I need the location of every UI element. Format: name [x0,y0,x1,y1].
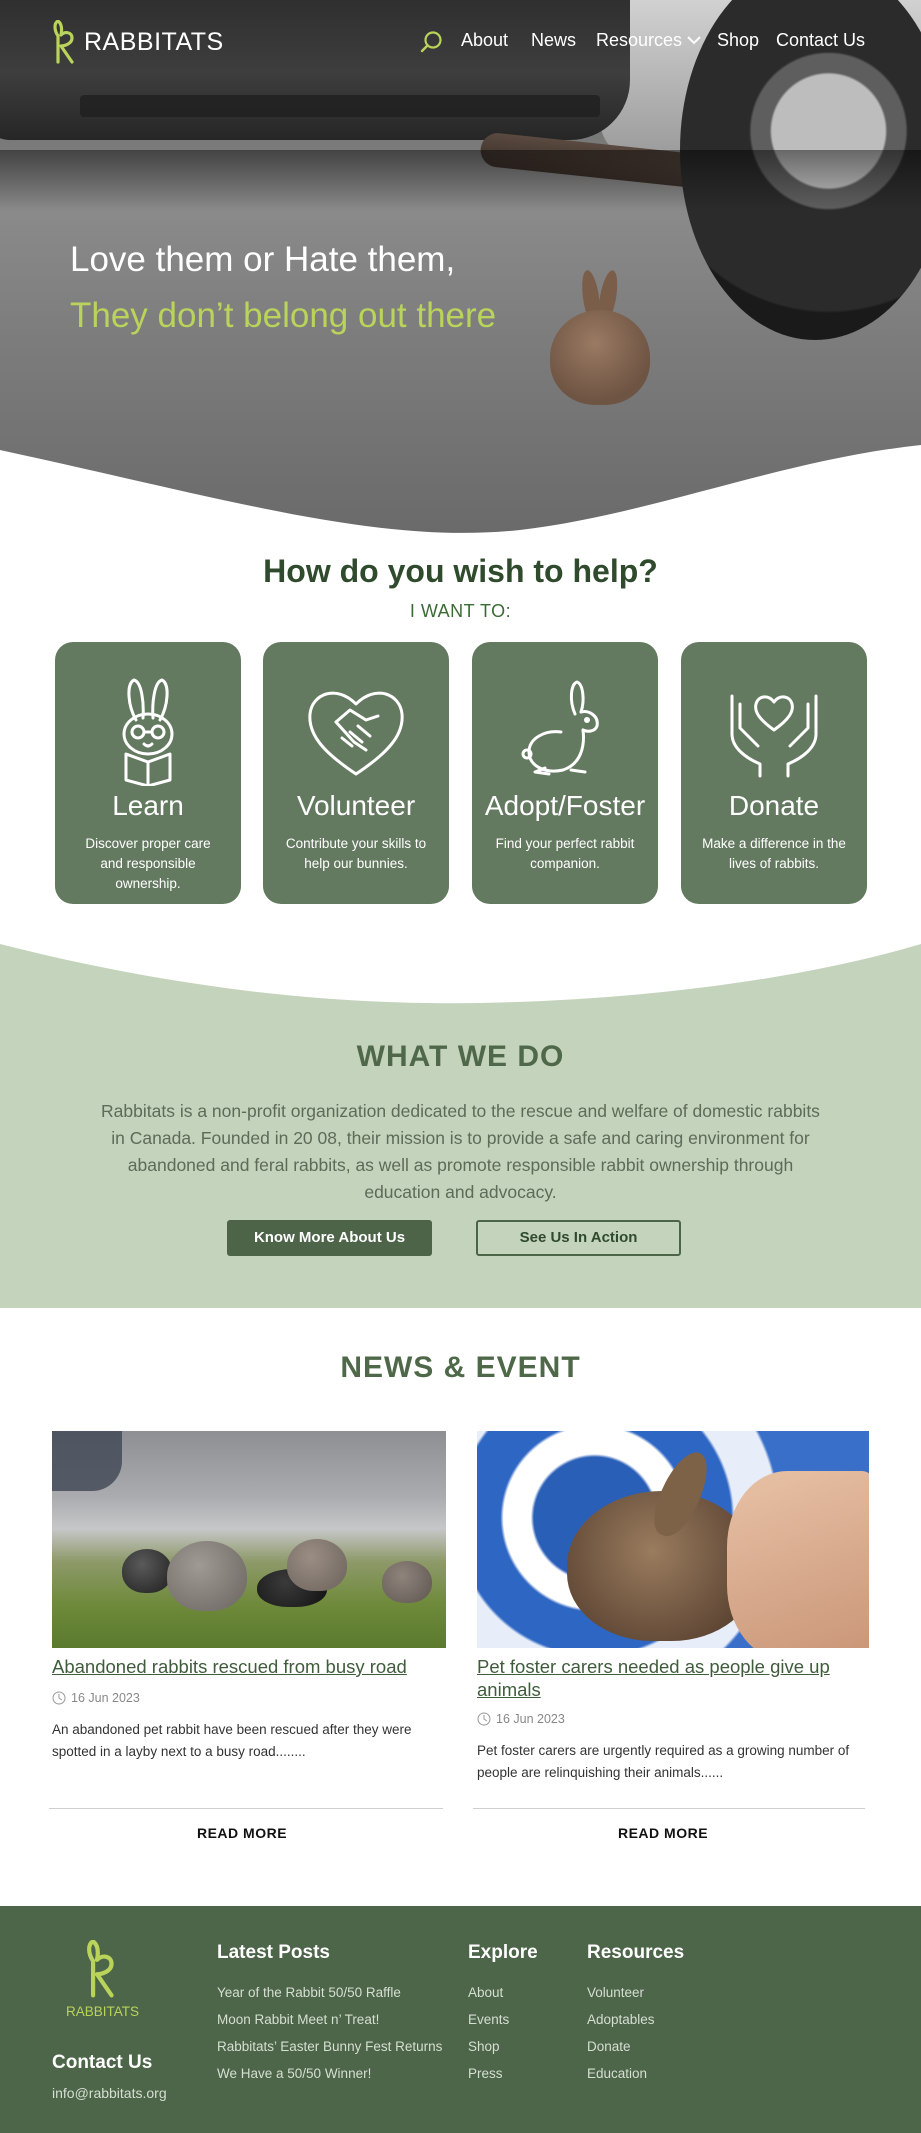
help-card-text: Make a difference in the lives of rabbit… [702,836,846,871]
help-section-subtitle: I WANT TO: [409,601,512,621]
footer-resource-link[interactable]: Donate [587,2033,655,2060]
footer-logo-text: RABBITATS [66,2004,140,2019]
logo-text: RABBITATS [84,27,224,56]
news-divider [473,1808,865,1809]
footer-post-link[interactable]: Rabbitats’ Easter Bunny Fest Returns [217,2033,442,2060]
nav-news[interactable]: News [531,30,576,51]
news-post-excerpt: An abandoned pet rabbit have been rescue… [52,1722,412,1759]
read-more-link[interactable]: READ MORE [473,1825,853,1841]
hero-wave-divider [0,445,921,535]
footer-post-link[interactable]: Year of the Rabbit 50/50 Raffle [217,1979,442,2006]
footer-explore-link[interactable]: Events [468,2006,509,2033]
help-card-title: Donate [728,790,820,821]
nav-shop[interactable]: Shop [717,30,759,51]
footer-explore-link[interactable]: Press [468,2060,509,2087]
news-image-foster-rabbit[interactable] [477,1431,869,1648]
help-card-learn[interactable]: Learn Discover proper care and responsib… [55,642,241,904]
news-post-title[interactable]: Abandoned rabbits rescued from busy road [52,1655,446,1678]
clock-icon [52,1691,66,1705]
footer-explore-list: About Events Shop Press [468,1979,509,2087]
footer-post-link[interactable]: We Have a 50/50 Winner! [217,2060,442,2087]
footer-logo[interactable]: RABBITATS [66,1939,140,2019]
footer-post-link[interactable]: Moon Rabbit Meet n’ Treat! [217,2006,442,2033]
heart-handshake-icon [308,691,404,776]
help-card-adopt-foster[interactable]: Adopt/Foster Find your perfect rabbit co… [472,642,658,904]
footer-resource-link[interactable]: Adoptables [587,2006,655,2033]
footer-resources-heading: Resources [587,1942,685,1963]
help-card-volunteer[interactable]: Volunteer Contribute your skills to help… [263,642,449,904]
nav-about[interactable]: About [461,30,508,51]
help-card-title: Learn [112,790,184,821]
footer-explore-link[interactable]: About [468,1979,509,2006]
nav-resources[interactable]: Resources [596,30,682,51]
hero-car-plate [80,95,600,117]
news-post-excerpt: Pet foster carers are urgently required … [477,1743,850,1780]
clock-icon [477,1712,491,1726]
search-icon[interactable] [420,30,444,54]
rabbit-logo-icon [87,1939,114,1998]
rabbit-icon [521,680,599,776]
help-section-title: How do you wish to help? [263,553,658,589]
hero-shadow [0,150,921,210]
footer-resource-link[interactable]: Volunteer [587,1979,655,2006]
help-card-text: Contribute your skills to help our bunni… [285,836,427,871]
read-more-link[interactable]: READ MORE [52,1825,432,1841]
hands-heart-icon [730,694,818,778]
help-card-title: Volunteer [296,790,416,821]
news-post-date-text: 16 Jun 2023 [496,1712,565,1726]
footer-latest-posts-list: Year of the Rabbit 50/50 Raffle Moon Rab… [217,1979,442,2087]
help-card-text: Find your perfect rabbit companion. [495,836,635,871]
hero-headline: Love them or Hate them, [70,240,456,279]
news-divider [49,1808,443,1809]
reading-rabbit-icon [122,678,174,786]
footer-contact-heading: Contact Us [52,2052,153,2073]
help-card-donate[interactable]: Donate Make a difference in the lives of… [681,642,867,904]
footer-latest-posts-heading: Latest Posts [217,1942,330,1963]
news-post-date: 16 Jun 2023 [52,1691,140,1705]
top-navigation: RABBITATS About News Resources Shop Cont… [0,0,921,85]
news-post-date: 16 Jun 2023 [477,1712,565,1726]
footer-explore-heading: Explore [468,1942,538,1963]
what-we-do-title: WHAT WE DO [356,1040,565,1073]
hero-subheadline: They don’t belong out there [70,296,497,335]
what-we-do-text: Rabbitats is a non-profit organization d… [101,1101,820,1202]
chevron-down-icon[interactable] [686,34,702,46]
help-card-title: Adopt/Foster [484,790,646,821]
site-logo[interactable]: RABBITATS [52,20,224,64]
see-us-in-action-button[interactable]: See Us In Action [476,1220,681,1256]
help-card-text: Discover proper care and responsible own… [85,836,211,891]
hero-rabbit-image [545,269,655,410]
footer-explore-link[interactable]: Shop [468,2033,509,2060]
know-more-button[interactable]: Know More About Us [227,1220,432,1256]
footer-resources-list: Volunteer Adoptables Donate Education [587,1979,655,2087]
rabbit-logo-icon [53,20,74,64]
news-post-date-text: 16 Jun 2023 [71,1691,140,1705]
news-section-title: NEWS & EVENT [340,1351,581,1384]
footer-email-link[interactable]: info@rabbitats.org [52,2085,167,2101]
news-post-title[interactable]: Pet foster carers needed as people give … [477,1655,869,1701]
news-image-rabbits-road[interactable] [52,1431,446,1648]
nav-contact-us[interactable]: Contact Us [776,30,865,51]
footer-resource-link[interactable]: Education [587,2060,655,2087]
